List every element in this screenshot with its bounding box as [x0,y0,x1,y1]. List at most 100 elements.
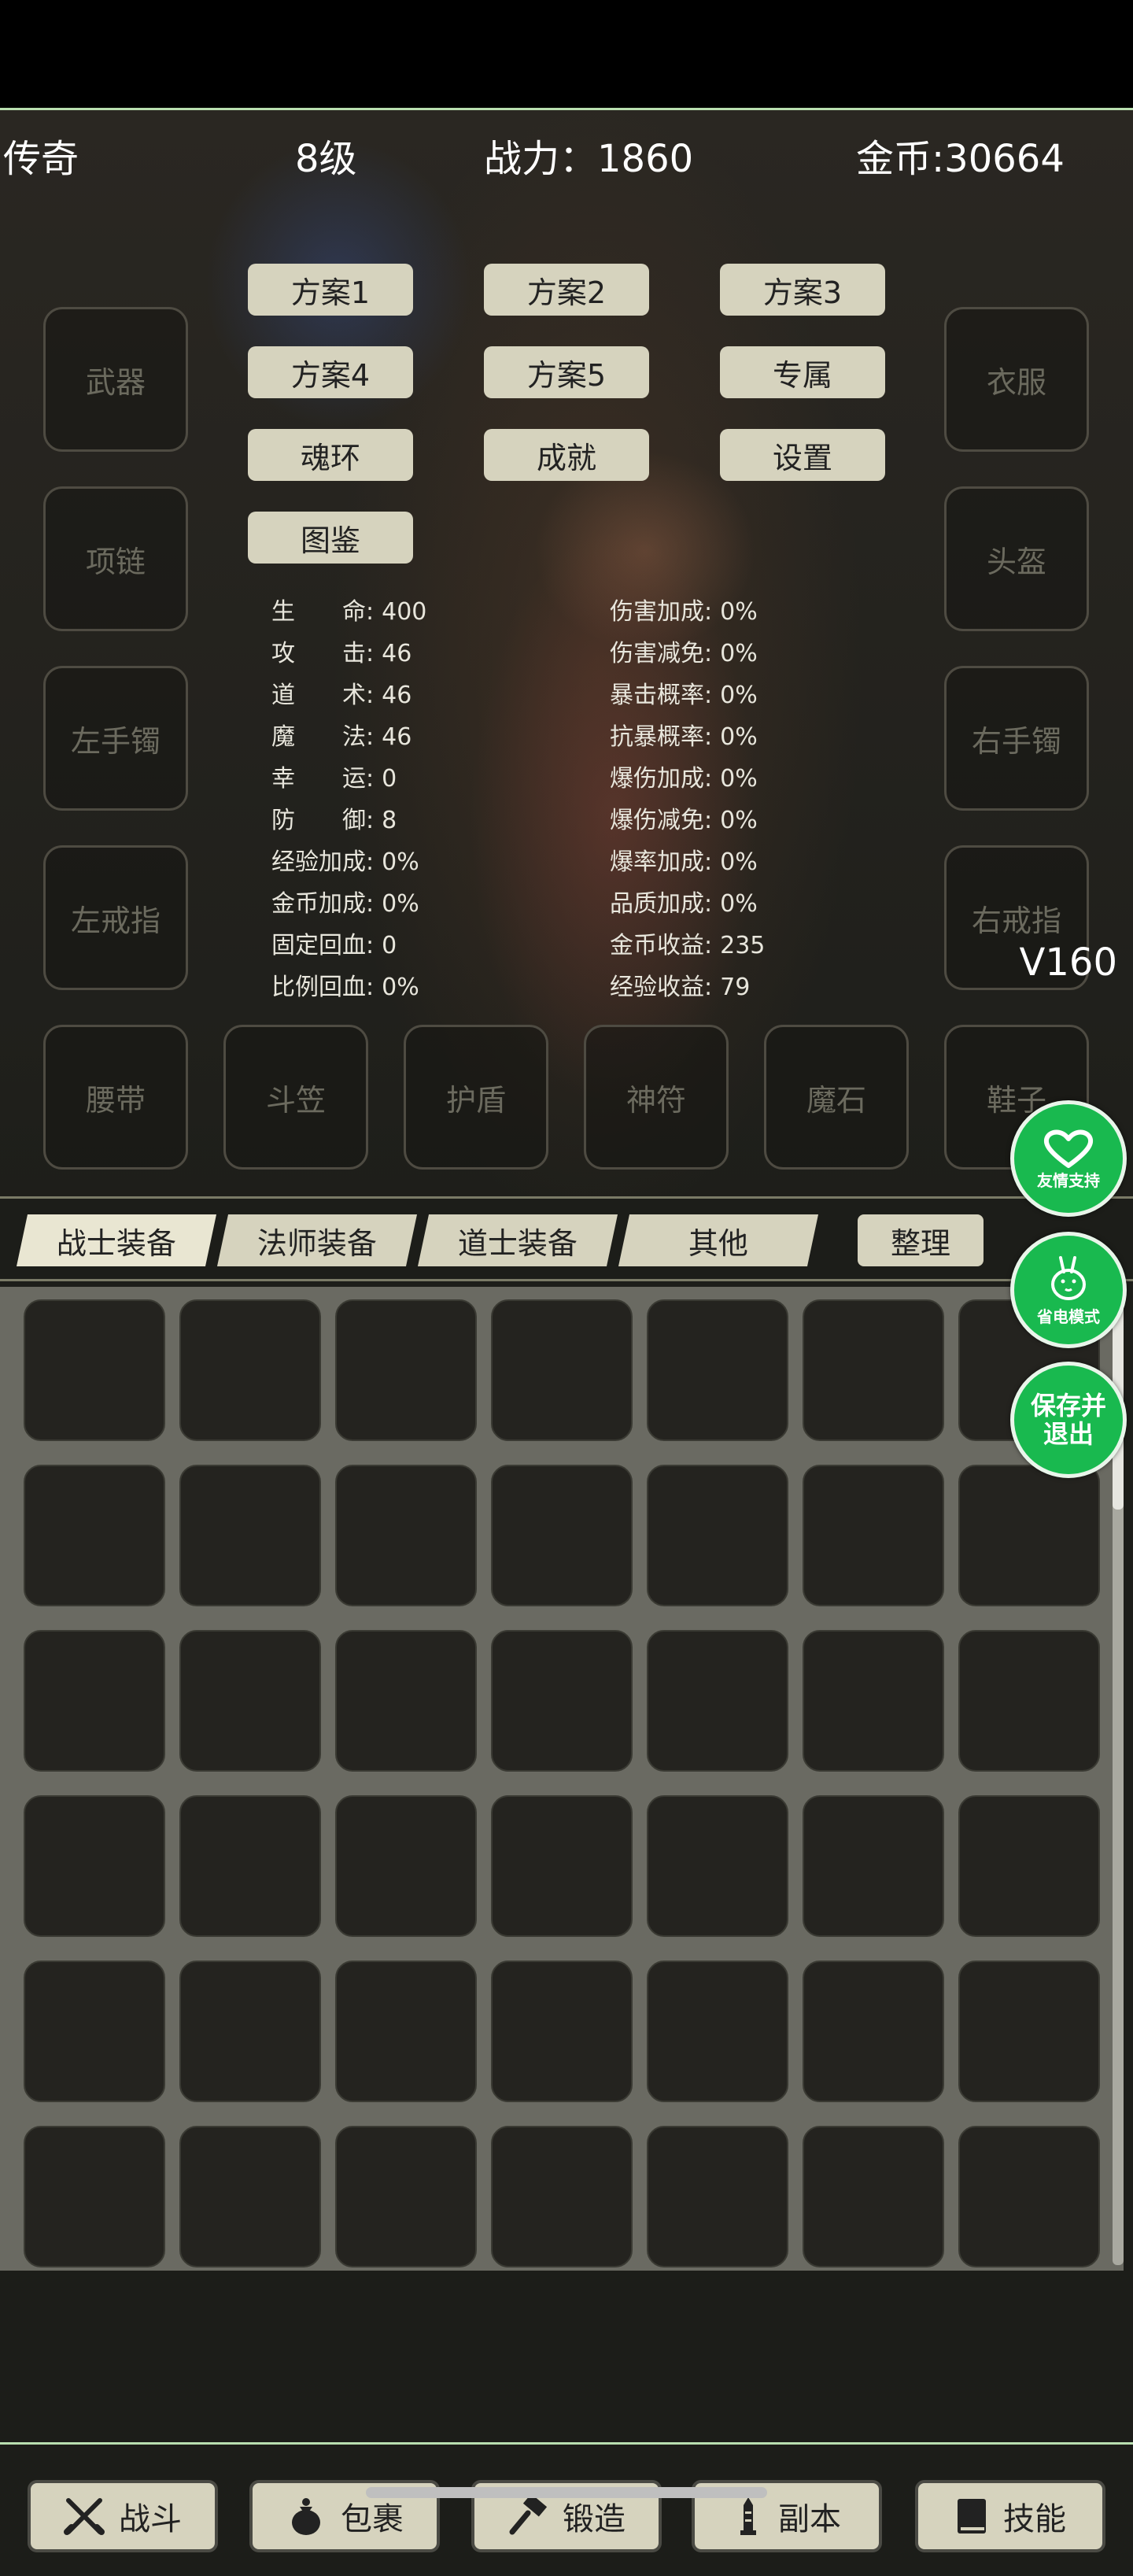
slot-clothes[interactable]: 衣服 [944,307,1089,452]
nav-battle-button[interactable]: 战斗 [28,2480,218,2552]
inventory-cell[interactable] [335,1630,477,1772]
inventory-cell[interactable] [803,1630,944,1772]
stat-label: 爆伤减免: [610,807,713,834]
tab-other[interactable]: 其他 [618,1214,819,1266]
plan-4-button[interactable]: 方案4 [248,346,413,398]
inventory-grid[interactable] [0,1287,1124,2271]
tab-taoist-gear[interactable]: 道士装备 [417,1214,618,1266]
inventory-cell[interactable] [24,1465,165,1606]
stat-value: 46 [382,682,412,709]
stat-row: 品质加成: 0% [610,884,758,918]
sort-button[interactable]: 整理 [858,1214,984,1266]
inventory-cell[interactable] [491,1961,633,2102]
inventory-cell[interactable] [24,1795,165,1937]
slot-magic-stone[interactable]: 魔石 [764,1025,909,1170]
inventory-cell[interactable] [803,1795,944,1937]
inventory-cell[interactable] [803,1465,944,1606]
inventory-cell[interactable] [335,1795,477,1937]
crossed-swords-icon [64,2496,105,2537]
slot-hat[interactable]: 斗笠 [223,1025,368,1170]
inventory-cell[interactable] [647,1961,788,2102]
stat-value: 0% [720,765,758,793]
stat-row: 幸 运: 0 [271,759,397,793]
stat-value: 46 [382,723,412,751]
inventory-cell[interactable] [647,1795,788,1937]
inventory-cell[interactable] [958,1795,1100,1937]
inventory-cell[interactable] [179,1961,321,2102]
slot-talisman[interactable]: 神符 [584,1025,729,1170]
inventory-cell[interactable] [335,1465,477,1606]
slot-left-bracelet[interactable]: 左手镯 [43,666,188,811]
slot-weapon[interactable]: 武器 [43,307,188,452]
inventory-cell[interactable] [958,1961,1100,2102]
inventory-cell[interactable] [179,1299,321,1441]
plan-3-button[interactable]: 方案3 [720,264,885,316]
nav-label: 技能 [1003,2501,1066,2537]
settings-button[interactable]: 设置 [720,429,885,481]
slot-label: 护盾 [445,1082,506,1118]
inventory-cell[interactable] [647,1630,788,1772]
bottom-navigation: 战斗 包裹 锻造 副本 技能 [0,2442,1133,2576]
slot-right-bracelet[interactable]: 右手镯 [944,666,1089,811]
inventory-cell[interactable] [958,1630,1100,1772]
slot-helmet[interactable]: 头盔 [944,486,1089,631]
achievement-button[interactable]: 成就 [484,429,649,481]
inventory-cell[interactable] [179,1795,321,1937]
power-save-button[interactable]: 省电模式 [1010,1232,1127,1348]
inventory-cell[interactable] [803,1961,944,2102]
inventory-cell[interactable] [24,1299,165,1441]
inventory-cell[interactable] [491,1299,633,1441]
codex-button[interactable]: 图鉴 [248,512,413,564]
inventory-cell[interactable] [491,2126,633,2267]
stat-value: 0% [720,807,758,834]
inventory-cell[interactable] [491,1465,633,1606]
inventory-cell[interactable] [647,2126,788,2267]
tab-mage-gear[interactable]: 法师装备 [216,1214,418,1266]
slot-belt[interactable]: 腰带 [43,1025,188,1170]
inventory-cell[interactable] [335,2126,477,2267]
inventory-cell[interactable] [491,1795,633,1937]
inventory-cell[interactable] [24,1630,165,1772]
stat-value: 0% [720,890,758,918]
inventory-cell[interactable] [491,1630,633,1772]
nav-skills-button[interactable]: 技能 [915,2480,1105,2552]
inventory-cell[interactable] [958,2126,1100,2267]
stat-row: 防 御: 8 [271,800,397,835]
support-button[interactable]: 友情支持 [1010,1100,1127,1217]
inventory-cell[interactable] [647,1299,788,1441]
save-exit-button[interactable]: 保存并 退出 [1010,1362,1127,1478]
plan-1-button[interactable]: 方案1 [248,264,413,316]
inventory-cell[interactable] [647,1465,788,1606]
stat-row: 经验加成: 0% [271,842,419,877]
stat-label: 金币加成: [271,890,375,918]
slot-shield[interactable]: 护盾 [404,1025,548,1170]
inventory-cell[interactable] [803,1299,944,1441]
slot-necklace[interactable]: 项链 [43,486,188,631]
stat-row: 经验收益: 79 [610,967,750,1002]
tab-label: 法师装备 [256,1225,377,1261]
plan-5-button[interactable]: 方案5 [484,346,649,398]
inventory-cell[interactable] [24,1961,165,2102]
soul-ring-button[interactable]: 魂环 [248,429,413,481]
inventory-cell[interactable] [24,2126,165,2267]
stat-row: 攻 击: 46 [271,634,411,668]
inventory-cell[interactable] [803,2126,944,2267]
slot-label: 项链 [85,544,146,579]
inventory-tab-bar: 战士装备 法师装备 道士装备 其他 整理 [0,1196,1133,1281]
inventory-cell[interactable] [335,1299,477,1441]
tab-warrior-gear[interactable]: 战士装备 [16,1214,217,1266]
stat-label: 防 御: [271,807,375,834]
slot-left-ring[interactable]: 左戒指 [43,845,188,990]
home-indicator[interactable] [366,2487,767,2498]
inventory-cell[interactable] [179,1465,321,1606]
plan-2-button[interactable]: 方案2 [484,264,649,316]
inventory-cell[interactable] [335,1961,477,2102]
inventory-cell[interactable] [179,2126,321,2267]
nav-label: 包裹 [341,2501,404,2537]
inventory-cell[interactable] [958,1465,1100,1606]
inventory-cell[interactable] [179,1630,321,1772]
stat-label: 伤害加成: [610,598,713,626]
exclusive-button[interactable]: 专属 [720,346,885,398]
stat-label: 爆率加成: [610,848,713,876]
stat-row: 金币收益: 235 [610,926,765,960]
